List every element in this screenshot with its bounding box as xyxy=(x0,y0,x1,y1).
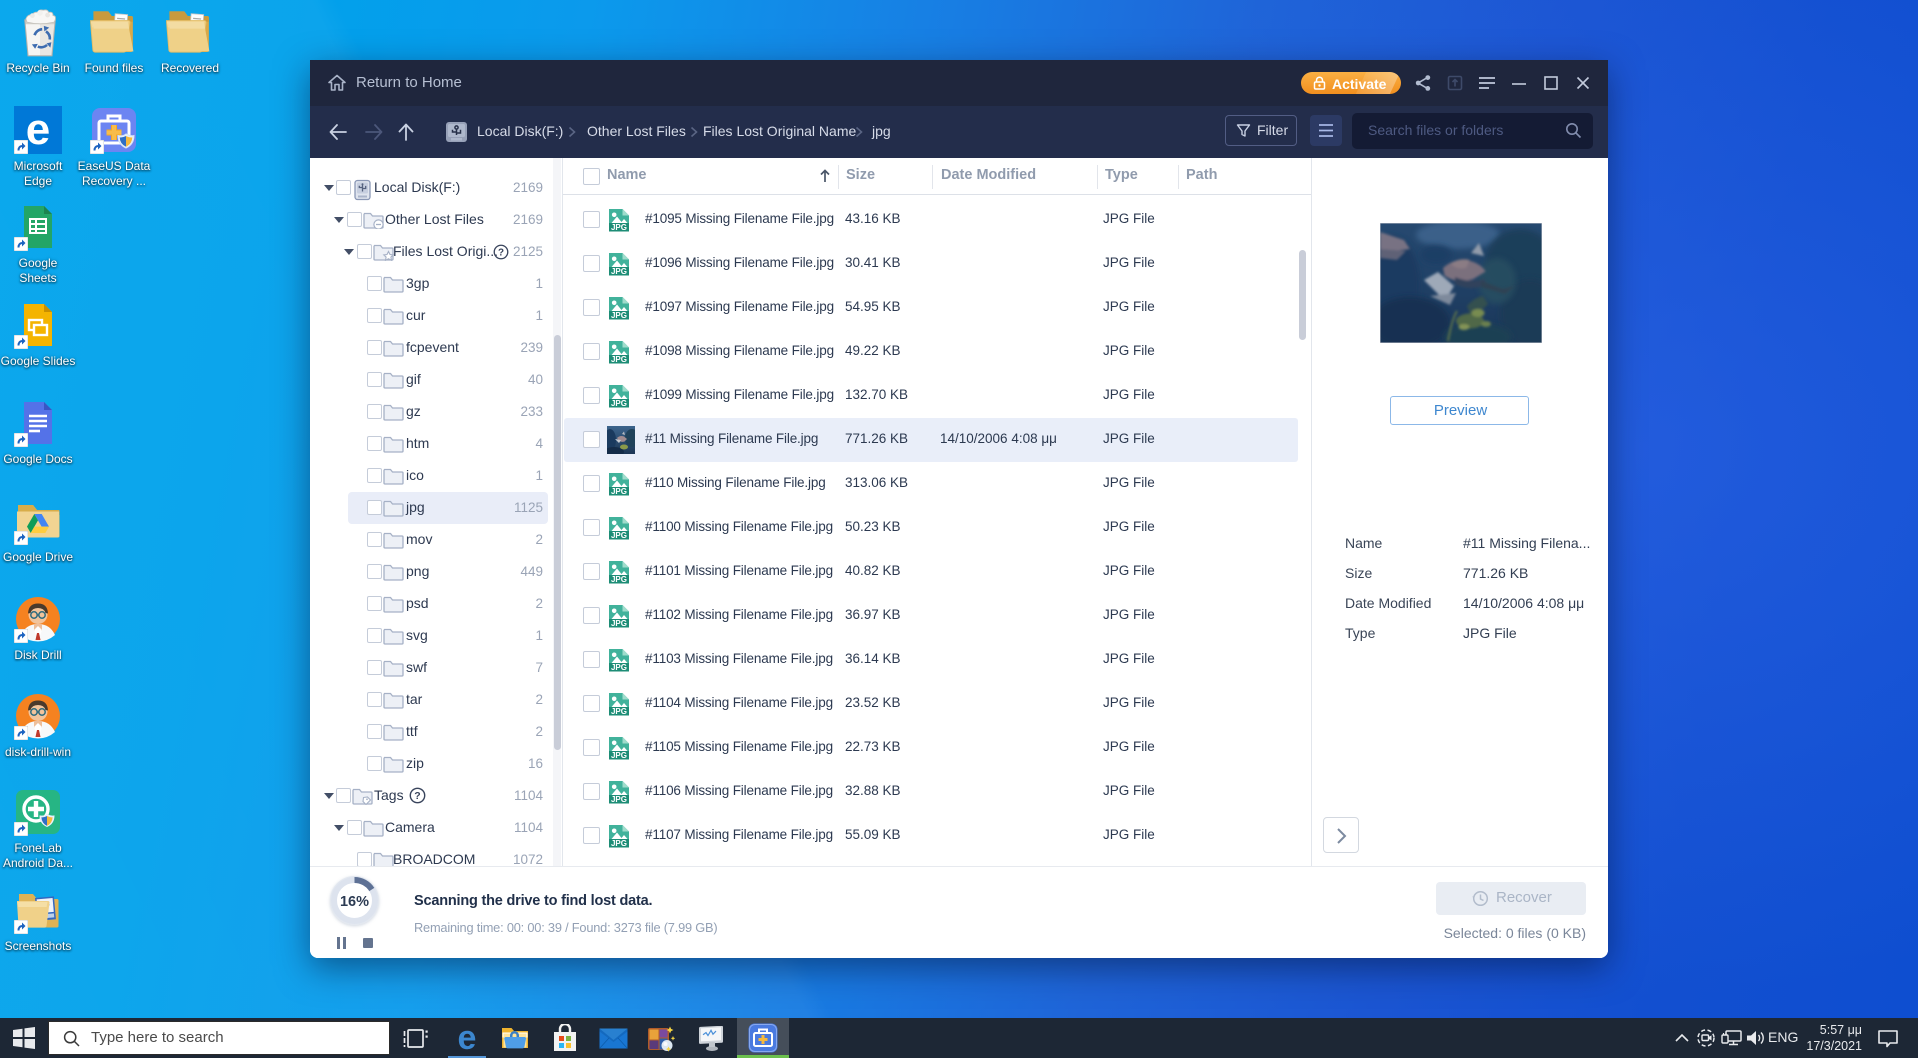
svg-text:JPG: JPG xyxy=(611,267,627,276)
svg-text:JPG: JPG xyxy=(611,795,627,804)
svg-text:?: ? xyxy=(414,790,420,802)
svg-text:JPG: JPG xyxy=(611,311,627,320)
svg-text:e: e xyxy=(26,106,50,154)
svg-text:JPG: JPG xyxy=(611,839,627,848)
svg-text:JPG: JPG xyxy=(611,531,627,540)
svg-text:JPG: JPG xyxy=(611,399,627,408)
svg-text:JPG: JPG xyxy=(611,619,627,628)
svg-text:JPG: JPG xyxy=(611,751,627,760)
svg-text:?: ? xyxy=(498,247,504,258)
svg-text:16%: 16% xyxy=(340,894,369,910)
svg-text:JPG: JPG xyxy=(611,575,627,584)
svg-text:e: e xyxy=(458,1022,477,1054)
svg-text:JPG: JPG xyxy=(611,223,627,232)
svg-text:JPG: JPG xyxy=(611,663,627,672)
svg-text:JPG: JPG xyxy=(611,487,627,496)
svg-text:JPG: JPG xyxy=(611,707,627,716)
svg-text:JPG: JPG xyxy=(611,355,627,364)
